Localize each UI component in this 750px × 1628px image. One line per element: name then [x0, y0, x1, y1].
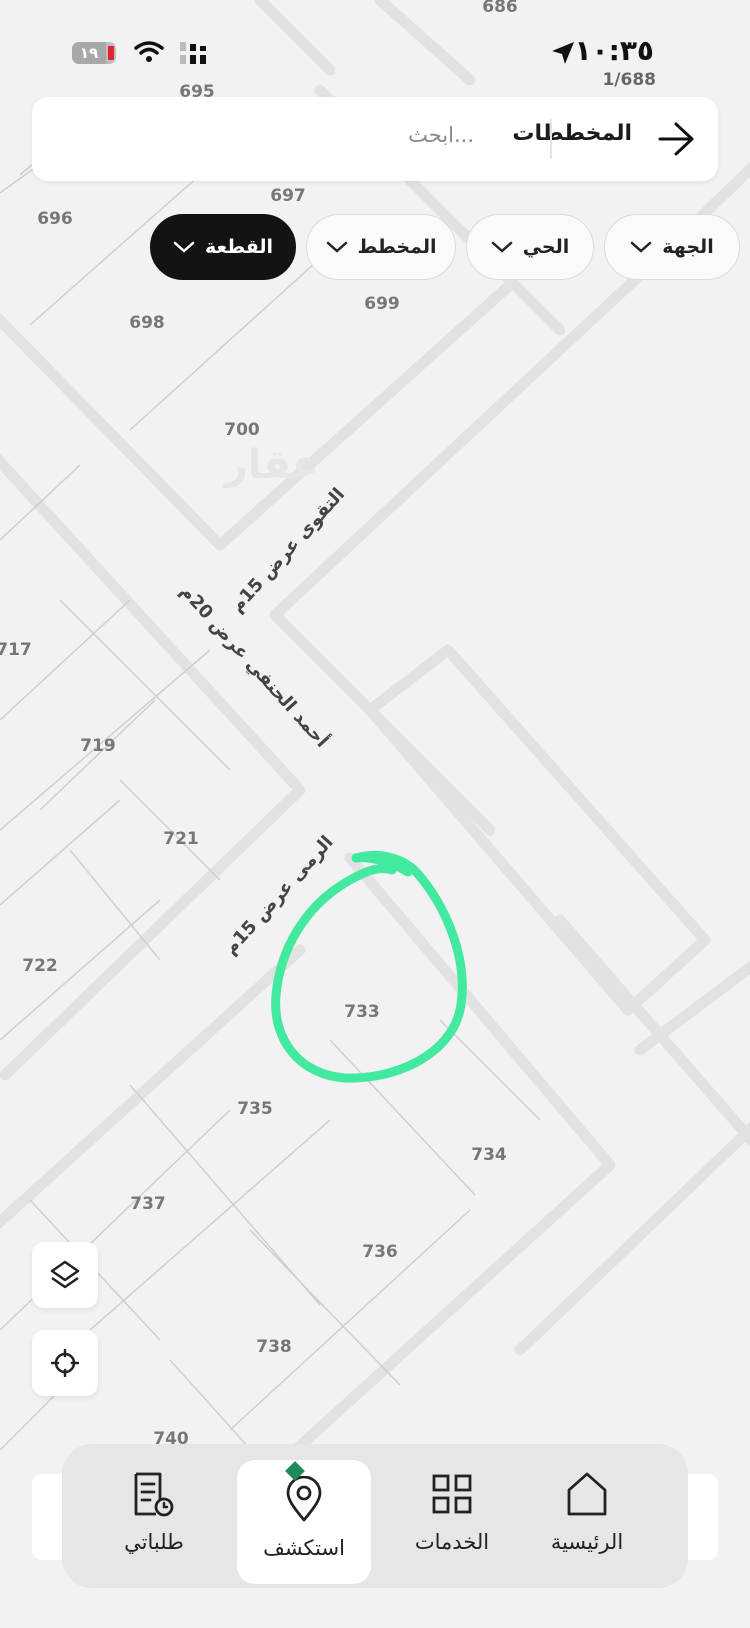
clock: ١٠:٣٥ — [574, 34, 654, 67]
filter-chip-label: القطعة — [204, 236, 274, 258]
nav-label: الخدمات — [414, 1530, 490, 1554]
nav-item-explore[interactable]: استكشف — [237, 1460, 371, 1584]
filter-chip-direction[interactable]: الجهة — [604, 214, 740, 280]
layers-button[interactable] — [32, 1242, 98, 1308]
divider — [550, 119, 552, 159]
layers-icon — [50, 1260, 80, 1289]
plot-label: 734 — [471, 1145, 507, 1165]
chevron-down-icon — [173, 241, 195, 253]
filter-chip-district[interactable]: الحي — [466, 214, 594, 280]
wifi-icon — [134, 41, 164, 62]
home-icon — [567, 1472, 607, 1516]
crosshair-icon — [51, 1349, 79, 1377]
plot-label: 696 — [37, 209, 73, 229]
signal-icon — [180, 42, 206, 64]
battery-low-icon — [108, 46, 114, 60]
location-arrow-icon — [552, 42, 574, 64]
plot-label: 717 — [0, 640, 32, 660]
filter-chip-label: المخطط — [357, 236, 437, 258]
filter-chip-label: الحي — [522, 236, 570, 258]
search-bar: المخططات ابحث... — [32, 97, 718, 181]
plot-label: 700 — [224, 420, 260, 440]
bottom-nav: الرئيسية الخدمات استكشف طلباتي — [62, 1444, 688, 1588]
chevron-down-icon — [631, 241, 652, 253]
filter-chip-plot[interactable]: القطعة — [150, 214, 296, 280]
back-arrow-icon[interactable] — [656, 119, 696, 159]
plot-label: 735 — [237, 1099, 273, 1119]
plot-label: 699 — [364, 294, 400, 314]
plot-label: 738 — [256, 1337, 292, 1357]
locate-me-button[interactable] — [32, 1330, 98, 1396]
nav-item-home[interactable]: الرئيسية — [520, 1460, 654, 1584]
map-pin-icon — [286, 1476, 322, 1522]
requests-icon — [134, 1472, 174, 1517]
nav-label: طلباتي — [124, 1530, 184, 1554]
plot-label: 733 — [344, 1002, 380, 1022]
nav-item-requests[interactable]: طلباتي — [87, 1460, 221, 1584]
filter-chip-label: الجهة — [662, 236, 714, 258]
battery-level: ١٩ — [72, 42, 106, 64]
plot-label: 698 — [129, 313, 165, 333]
status-bar: ١٩ ١٠:٣٥ 1/688 — [0, 34, 750, 90]
chevron-down-icon — [326, 241, 347, 253]
nav-label: الرئيسية — [550, 1530, 624, 1554]
map-page-indicator: 1/688 — [602, 70, 656, 90]
nav-label: استكشف — [263, 1536, 345, 1560]
plot-label: 686 — [482, 0, 518, 17]
plot-label: 697 — [270, 186, 306, 206]
plot-label: 736 — [362, 1242, 398, 1262]
watermark: عقار — [223, 442, 319, 488]
chevron-down-icon — [491, 241, 512, 253]
search-input[interactable]: ابحث... — [408, 123, 474, 147]
page-title: المخططات — [512, 121, 632, 146]
plot-label: 722 — [22, 956, 58, 976]
battery-indicator: ١٩ — [72, 42, 116, 64]
plot-label: 737 — [130, 1194, 166, 1214]
filter-chip-plan[interactable]: المخطط — [306, 214, 456, 280]
nav-item-services[interactable]: الخدمات — [385, 1460, 519, 1584]
grid-icon — [432, 1474, 472, 1514]
plot-label: 719 — [80, 736, 116, 756]
plot-label: 721 — [163, 829, 199, 849]
